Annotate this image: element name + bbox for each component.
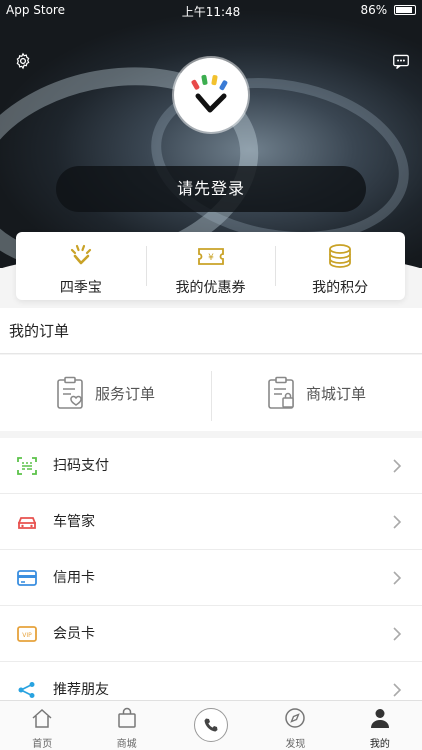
menu-item-credit-card[interactable]: 信用卡 <box>0 550 422 606</box>
login-button[interactable]: 请先登录 <box>56 166 366 212</box>
home-icon <box>32 708 52 728</box>
profile-header <box>0 0 422 268</box>
tab-discover[interactable]: 发现 <box>253 701 337 750</box>
orders-section-title: 我的订单 <box>0 308 422 354</box>
menu-list: 扫码支付 车管家 信用卡 VIP 会员卡 推荐朋友 <box>0 438 422 718</box>
chevron-right-icon <box>393 571 402 585</box>
menu-item-label: 车管家 <box>53 514 95 530</box>
avatar[interactable] <box>174 58 248 132</box>
quick-link-points[interactable]: 我的积分 <box>275 232 405 300</box>
call-button[interactable] <box>194 708 229 742</box>
chevron-right-icon <box>393 459 402 473</box>
mall-order-label: 商城订单 <box>305 384 366 403</box>
vip-card-icon: VIP <box>17 626 37 642</box>
credit-card-icon <box>17 570 37 586</box>
svg-text:¥: ¥ <box>208 253 214 263</box>
tab-label: 商城 <box>116 739 137 750</box>
status-right: 86% <box>360 3 416 17</box>
quick-link-sijibao[interactable]: 四季宝 <box>16 232 146 300</box>
service-order-label: 服务订单 <box>94 384 155 403</box>
quick-link-coupons[interactable]: ¥ 我的优惠券 <box>145 232 276 300</box>
coupon-icon: ¥ <box>197 248 224 265</box>
mall-order-button[interactable]: 商城订单 <box>211 355 422 431</box>
svg-text:VIP: VIP <box>22 632 32 639</box>
tab-home[interactable]: 首页 <box>0 701 84 750</box>
tab-label: 发现 <box>285 739 306 750</box>
menu-item-car-butler[interactable]: 车管家 <box>0 494 422 550</box>
quick-link-label: 我的优惠券 <box>175 280 246 296</box>
menu-item-label: 扫码支付 <box>53 458 109 474</box>
service-order-button[interactable]: 服务订单 <box>0 355 211 431</box>
battery-icon <box>394 5 416 15</box>
coins-icon <box>329 244 352 268</box>
menu-item-vip-card[interactable]: VIP 会员卡 <box>0 606 422 662</box>
chevron-right-icon <box>393 515 402 529</box>
scan-pay-icon <box>17 457 37 475</box>
share-icon <box>18 682 35 698</box>
tab-mall[interactable]: 商城 <box>84 701 168 750</box>
sunburst-logo-icon <box>191 74 228 113</box>
user-icon <box>370 709 389 728</box>
service-order-icon <box>57 376 83 409</box>
status-battery: 86% <box>360 3 388 17</box>
menu-item-label: 会员卡 <box>53 626 95 642</box>
menu-item-label: 信用卡 <box>53 570 95 586</box>
quick-links-card: 四季宝 ¥ 我的优惠券 我的积分 <box>16 232 405 300</box>
tab-mine[interactable]: 我的 <box>338 701 422 750</box>
status-time: 上午11:48 <box>181 5 241 19</box>
tab-label: 首页 <box>32 739 53 750</box>
chevron-right-icon <box>393 627 402 641</box>
phone-icon <box>204 718 218 732</box>
tab-label: 我的 <box>369 739 390 750</box>
quick-link-label: 四季宝 <box>59 280 102 296</box>
chevron-right-icon <box>393 683 402 697</box>
orders-row: 服务订单 商城订单 <box>0 355 422 439</box>
compass-icon <box>285 708 306 728</box>
shopping-bag-icon <box>117 707 136 728</box>
sunburst-logo-icon <box>70 244 91 265</box>
mall-order-icon <box>268 376 294 409</box>
gear-icon[interactable] <box>14 52 32 70</box>
status-bar: App Store 上午11:48 86% <box>0 0 422 20</box>
quick-link-label: 我的积分 <box>312 280 369 296</box>
tab-call[interactable] <box>169 701 253 750</box>
tab-bar: 首页 商城 发现 我的 <box>0 700 422 750</box>
car-icon <box>18 517 36 529</box>
message-icon[interactable] <box>392 54 410 70</box>
menu-item-scan-pay[interactable]: 扫码支付 <box>0 438 422 494</box>
